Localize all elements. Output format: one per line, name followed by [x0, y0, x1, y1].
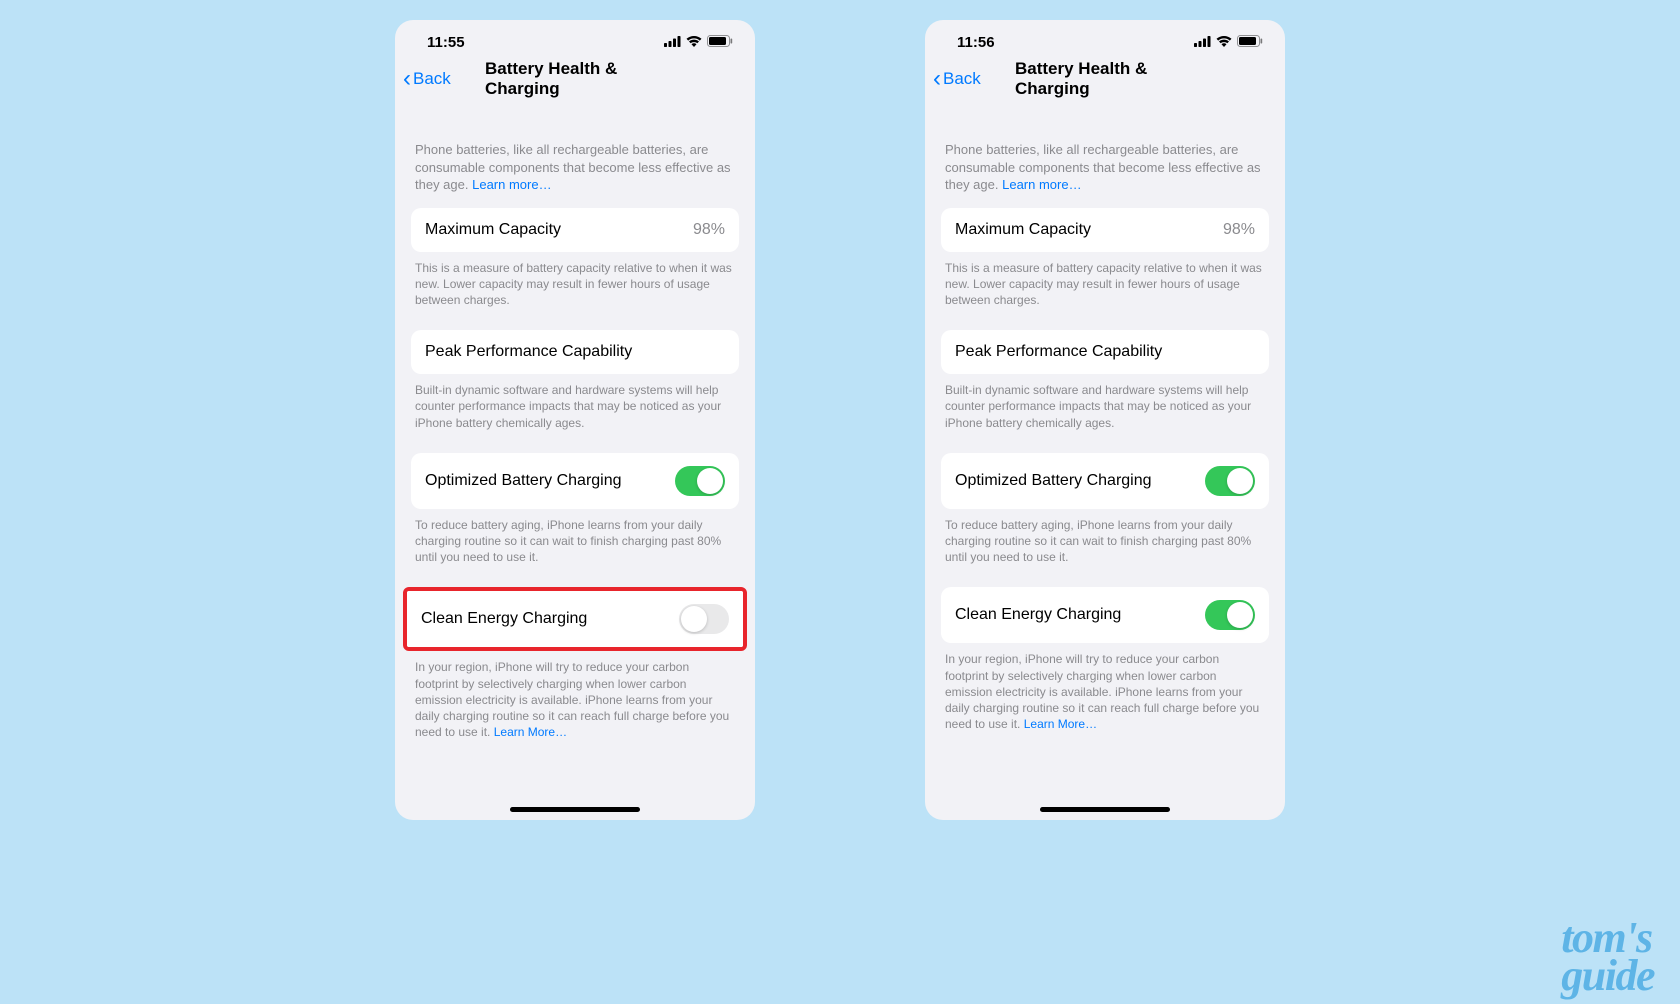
page-title: Battery Health & Charging [485, 59, 665, 99]
maximum-capacity-label: Maximum Capacity [425, 221, 561, 239]
phone-screenshot-1: 11:55 ‹ Back Battery Health & Charging P… [395, 20, 755, 820]
optimized-battery-charging-footer: To reduce battery aging, iPhone learns f… [941, 509, 1269, 588]
status-bar: 11:56 [925, 20, 1285, 59]
optimized-battery-charging-row: Optimized Battery Charging [941, 453, 1269, 509]
status-icons [664, 34, 733, 51]
nav-bar: ‹ Back Battery Health & Charging [925, 59, 1285, 103]
maximum-capacity-value: 98% [693, 221, 725, 239]
settings-content: Phone batteries, like all rechargeable b… [395, 103, 755, 820]
cellular-icon [664, 34, 681, 51]
toms-guide-watermark: tom'sguide [1561, 919, 1654, 994]
clean-energy-charging-row: Clean Energy Charging [941, 587, 1269, 643]
clean-energy-highlight: Clean Energy Charging [403, 587, 747, 651]
back-button[interactable]: ‹ Back [933, 67, 981, 91]
clean-energy-charging-toggle[interactable] [679, 604, 729, 634]
maximum-capacity-footer: This is a measure of battery capacity re… [941, 252, 1269, 331]
peak-performance-label: Peak Performance Capability [955, 343, 1162, 361]
maximum-capacity-label: Maximum Capacity [955, 221, 1091, 239]
optimized-battery-charging-footer: To reduce battery aging, iPhone learns f… [411, 509, 739, 588]
peak-performance-footer: Built-in dynamic software and hardware s… [411, 374, 739, 453]
intro-text: Phone batteries, like all rechargeable b… [411, 103, 739, 208]
page-title: Battery Health & Charging [1015, 59, 1195, 99]
intro-text: Phone batteries, like all rechargeable b… [941, 103, 1269, 208]
status-bar: 11:55 [395, 20, 755, 59]
maximum-capacity-row[interactable]: Maximum Capacity 98% [941, 208, 1269, 252]
peak-performance-row[interactable]: Peak Performance Capability [941, 330, 1269, 374]
learn-more-link[interactable]: Learn more… [1002, 177, 1081, 192]
status-time: 11:55 [427, 34, 465, 51]
maximum-capacity-footer: This is a measure of battery capacity re… [411, 252, 739, 331]
status-time: 11:56 [957, 34, 995, 51]
optimized-battery-charging-label: Optimized Battery Charging [425, 472, 622, 490]
settings-content: Phone batteries, like all rechargeable b… [925, 103, 1285, 820]
home-indicator[interactable] [510, 807, 640, 812]
learn-more-link[interactable]: Learn more… [472, 177, 551, 192]
chevron-left-icon: ‹ [933, 67, 941, 91]
optimized-battery-charging-row: Optimized Battery Charging [411, 453, 739, 509]
back-label: Back [943, 69, 981, 89]
back-button[interactable]: ‹ Back [403, 67, 451, 91]
wifi-icon [686, 34, 702, 51]
peak-performance-footer: Built-in dynamic software and hardware s… [941, 374, 1269, 453]
optimized-battery-charging-toggle[interactable] [1205, 466, 1255, 496]
battery-icon [1237, 34, 1263, 51]
learn-more-link[interactable]: Learn More… [1024, 717, 1097, 731]
maximum-capacity-value: 98% [1223, 221, 1255, 239]
home-indicator[interactable] [1040, 807, 1170, 812]
peak-performance-row[interactable]: Peak Performance Capability [411, 330, 739, 374]
nav-bar: ‹ Back Battery Health & Charging [395, 59, 755, 103]
optimized-battery-charging-toggle[interactable] [675, 466, 725, 496]
phone-screenshot-2: 11:56 ‹ Back Battery Health & Charging P… [925, 20, 1285, 820]
optimized-battery-charging-label: Optimized Battery Charging [955, 472, 1152, 490]
maximum-capacity-row[interactable]: Maximum Capacity 98% [411, 208, 739, 252]
wifi-icon [1216, 34, 1232, 51]
status-icons [1194, 34, 1263, 51]
clean-energy-charging-footer: In your region, iPhone will try to reduc… [941, 643, 1269, 754]
clean-energy-charging-row: Clean Energy Charging [407, 591, 743, 647]
clean-energy-charging-footer: In your region, iPhone will try to reduc… [411, 651, 739, 762]
clean-energy-charging-label: Clean Energy Charging [955, 606, 1121, 624]
clean-energy-charging-label: Clean Energy Charging [421, 610, 587, 628]
clean-energy-charging-toggle[interactable] [1205, 600, 1255, 630]
chevron-left-icon: ‹ [403, 67, 411, 91]
cellular-icon [1194, 34, 1211, 51]
peak-performance-label: Peak Performance Capability [425, 343, 632, 361]
back-label: Back [413, 69, 451, 89]
battery-icon [707, 34, 733, 51]
learn-more-link[interactable]: Learn More… [494, 725, 567, 739]
phones-container: 11:55 ‹ Back Battery Health & Charging P… [0, 0, 1680, 820]
